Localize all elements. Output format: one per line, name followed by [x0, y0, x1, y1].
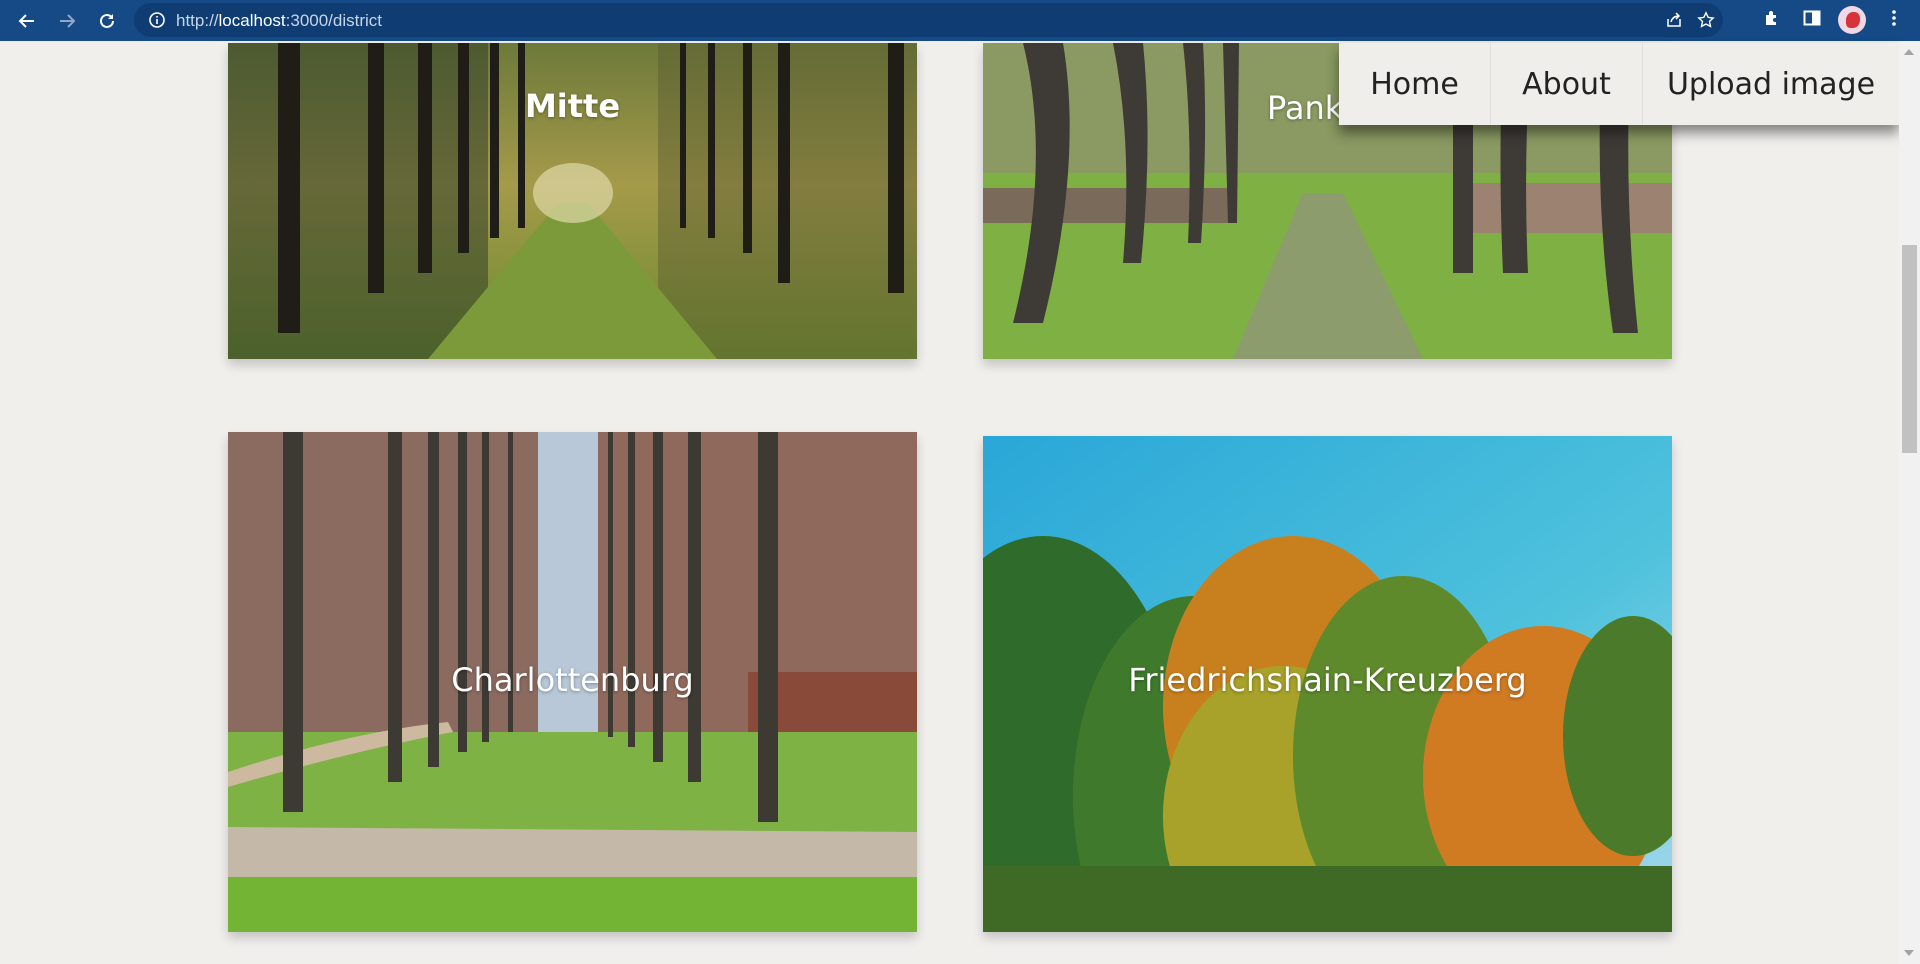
- extensions-icon[interactable]: [1762, 8, 1782, 28]
- nav-upload-image[interactable]: Upload image: [1643, 43, 1899, 125]
- district-title: Friedrichshain-Kreuzberg: [1128, 661, 1527, 699]
- reload-button[interactable]: [92, 6, 122, 36]
- district-title: Mitte: [524, 87, 621, 125]
- scroll-up-icon[interactable]: [1904, 49, 1914, 55]
- nav-home[interactable]: Home: [1339, 43, 1491, 125]
- nav-about[interactable]: About: [1491, 43, 1643, 125]
- back-icon: [18, 14, 34, 28]
- scroll-down-icon[interactable]: [1904, 950, 1914, 956]
- side-panel-icon[interactable]: [1802, 8, 1822, 28]
- browser-toolbar: http://localhost:3000/district: [0, 0, 1920, 41]
- district-card-mitte[interactable]: Mitte: [228, 43, 917, 359]
- top-navigation: Home About Upload image: [1339, 43, 1899, 125]
- url-text: http://localhost:3000/district: [176, 11, 383, 30]
- district-card-charlottenburg[interactable]: Charlottenburg: [228, 432, 917, 932]
- reload-icon: [100, 13, 114, 28]
- share-icon[interactable]: [1665, 11, 1683, 29]
- forward-icon: [60, 14, 76, 28]
- address-bar[interactable]: http://localhost:3000/district: [134, 3, 1723, 37]
- forward-button[interactable]: [52, 6, 82, 36]
- district-card-friedrichshain-kreuzberg[interactable]: Friedrichshain-Kreuzberg: [983, 436, 1672, 932]
- info-icon[interactable]: [148, 11, 166, 29]
- district-title: Charlottenburg: [451, 661, 694, 699]
- menu-icon[interactable]: [1884, 8, 1904, 28]
- back-button[interactable]: [12, 6, 42, 36]
- page-scrollbar[interactable]: [1899, 41, 1920, 964]
- star-icon[interactable]: [1697, 11, 1715, 29]
- scrollbar-thumb[interactable]: [1902, 245, 1917, 453]
- avatar[interactable]: [1838, 6, 1866, 34]
